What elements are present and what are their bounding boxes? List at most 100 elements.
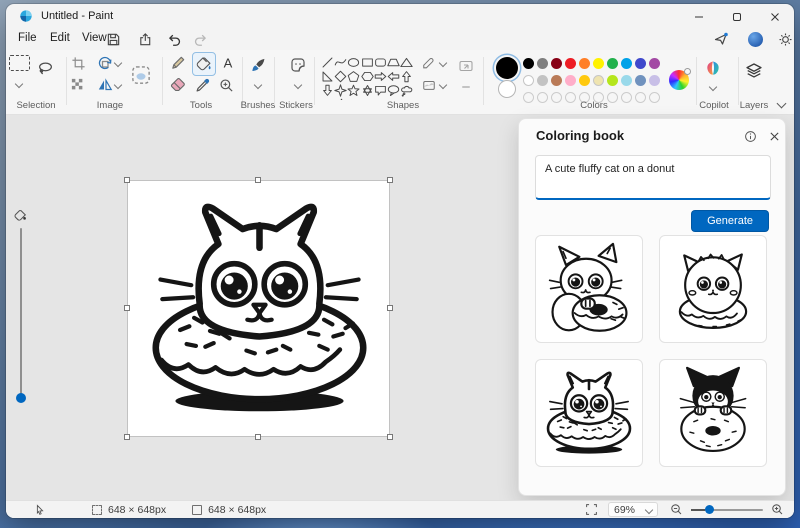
shape-line[interactable] <box>321 55 334 69</box>
color-swatch[interactable] <box>649 58 660 69</box>
ribbon-collapse-chevron[interactable] <box>776 98 787 109</box>
minimize-button[interactable] <box>680 4 718 30</box>
shape-lightning[interactable] <box>334 97 347 100</box>
shape-oval[interactable] <box>347 55 360 69</box>
close-button[interactable] <box>756 4 794 30</box>
color-swatch[interactable] <box>523 75 534 86</box>
shape-five-point-star[interactable] <box>347 83 360 97</box>
shape-diamond[interactable] <box>334 69 347 83</box>
color-picker-tool[interactable] <box>192 74 214 96</box>
selection-handle[interactable] <box>387 177 393 183</box>
shape-fill-icon[interactable] <box>420 76 438 94</box>
copilot-icon[interactable] <box>702 58 724 80</box>
selection-handle[interactable] <box>255 177 261 183</box>
shape-outline-chevron[interactable] <box>438 58 448 68</box>
shape-hexagon[interactable] <box>360 69 374 83</box>
fit-to-window-icon[interactable] <box>585 503 598 516</box>
shape-left-arrow[interactable] <box>387 69 400 83</box>
color-swatch[interactable] <box>565 75 576 86</box>
lasso-select-tool[interactable] <box>34 57 56 79</box>
layers-icon[interactable] <box>743 60 765 82</box>
zoom-level-select[interactable]: 69% <box>608 502 658 517</box>
color-swatch-empty[interactable] <box>649 92 660 103</box>
selection-handle[interactable] <box>124 305 130 311</box>
tolerance-slider-track[interactable] <box>20 228 22 400</box>
resize-icon[interactable] <box>67 74 89 96</box>
prompt-input[interactable]: A cute fluffy cat on a donut <box>535 155 771 200</box>
shape-pentagon[interactable] <box>347 69 360 83</box>
menu-edit[interactable]: Edit <box>44 28 76 48</box>
color-swatch-empty[interactable] <box>551 92 562 103</box>
shape-four-point-star[interactable] <box>334 83 347 97</box>
color-swatch-empty[interactable] <box>523 92 534 103</box>
color-swatch-empty[interactable] <box>537 92 548 103</box>
rotate-icon[interactable] <box>94 52 116 74</box>
color-swatch[interactable] <box>635 58 646 69</box>
color-swatch[interactable] <box>551 58 562 69</box>
color-swatch[interactable] <box>537 75 548 86</box>
shape-outline-icon[interactable] <box>420 54 438 72</box>
color-swatch[interactable] <box>579 75 590 86</box>
rectangle-select-tool[interactable] <box>8 52 30 74</box>
color-swatch[interactable] <box>635 75 646 86</box>
copilot-dropdown-chevron[interactable] <box>708 82 718 92</box>
color-swatch[interactable] <box>621 75 632 86</box>
account-avatar[interactable] <box>744 29 766 49</box>
generate-button[interactable]: Generate <box>691 210 769 232</box>
color-swatch[interactable] <box>593 75 604 86</box>
panel-close-icon[interactable] <box>765 127 783 145</box>
color-swatch[interactable] <box>607 75 618 86</box>
shape-rounded-callout[interactable] <box>374 83 387 97</box>
color-swatch[interactable] <box>579 58 590 69</box>
shape-trapezoid[interactable] <box>387 55 400 69</box>
color-swatch[interactable] <box>621 58 632 69</box>
rotate-dropdown-chevron[interactable] <box>113 58 123 68</box>
zoom-slider[interactable] <box>691 505 763 514</box>
coloring-thumbnail-fluffy-cat-on-donut[interactable] <box>659 235 767 343</box>
edit-colors-icon[interactable] <box>669 68 691 90</box>
selection-handle[interactable] <box>387 434 393 440</box>
tolerance-slider-thumb[interactable] <box>16 393 26 403</box>
shape-six-point-star[interactable] <box>361 83 374 97</box>
selection-handle[interactable] <box>387 305 393 311</box>
pencil-tool[interactable] <box>167 52 189 74</box>
zoom-slider-thumb[interactable] <box>705 505 714 514</box>
selection-dropdown-chevron[interactable] <box>14 79 24 89</box>
coloring-thumbnail-cat-head-in-donut[interactable] <box>535 359 643 467</box>
save-icon[interactable] <box>102 29 124 49</box>
remove-background-icon[interactable] <box>128 62 154 88</box>
color-swatch[interactable] <box>607 58 618 69</box>
shape-curve[interactable] <box>334 55 347 69</box>
zoom-in-icon[interactable] <box>771 503 784 516</box>
menu-file[interactable]: File <box>12 28 43 48</box>
color-swatch[interactable] <box>551 75 562 86</box>
text-tool[interactable]: A <box>217 52 239 74</box>
shape-rectangle[interactable] <box>361 55 374 69</box>
stickers-dropdown-chevron[interactable] <box>293 80 303 90</box>
shape-triangle[interactable] <box>400 55 413 69</box>
color-swatch[interactable] <box>523 58 534 69</box>
flip-dropdown-chevron[interactable] <box>113 80 123 90</box>
send-feedback-icon[interactable] <box>710 29 732 49</box>
coloring-thumbnail-black-cat-behind-donut[interactable] <box>659 359 767 467</box>
flip-icon[interactable] <box>94 74 116 96</box>
undo-icon[interactable] <box>163 29 185 49</box>
shape-cloud-callout[interactable] <box>400 83 413 97</box>
shape-rounded-rectangle[interactable] <box>374 55 387 69</box>
color-2-swatch[interactable] <box>498 80 516 98</box>
info-icon[interactable] <box>741 127 759 145</box>
shape-right-arrow[interactable] <box>374 69 387 83</box>
selection-handle[interactable] <box>124 434 130 440</box>
paint-canvas[interactable] <box>127 180 390 437</box>
settings-gear-icon[interactable] <box>774 29 794 49</box>
shape-heart[interactable] <box>321 97 334 100</box>
color-swatch-empty[interactable] <box>635 92 646 103</box>
shape-right-triangle[interactable] <box>321 69 334 83</box>
selection-handle[interactable] <box>124 177 130 183</box>
shape-fill-chevron[interactable] <box>438 80 448 90</box>
zoom-out-icon[interactable] <box>670 503 683 516</box>
selection-handle[interactable] <box>255 434 261 440</box>
brushes-icon[interactable] <box>247 54 269 76</box>
shape-oval-callout[interactable] <box>387 83 400 97</box>
maximize-button[interactable] <box>718 4 756 30</box>
